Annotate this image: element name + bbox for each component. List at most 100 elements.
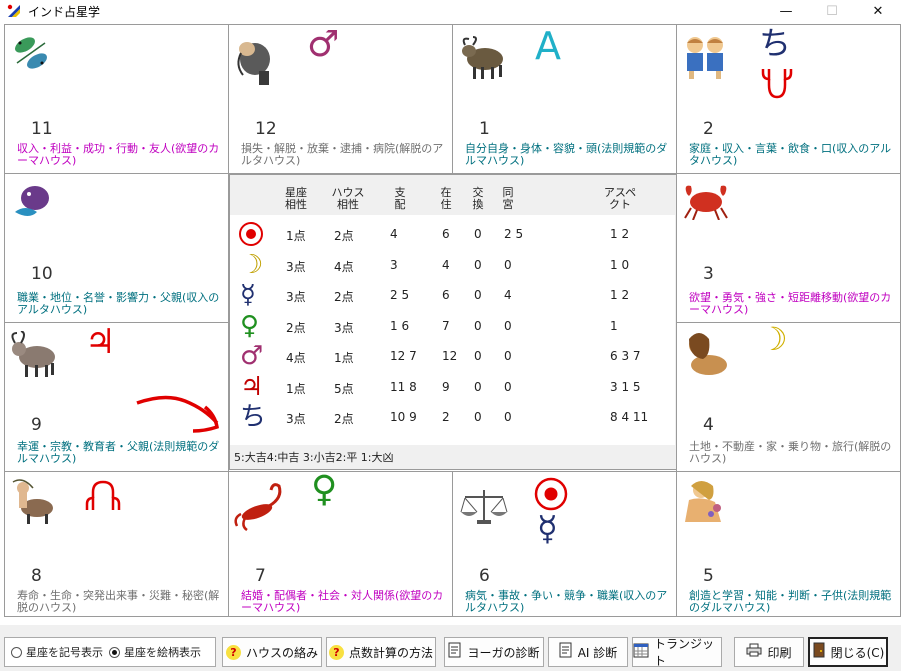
minimize-button[interactable]: — [763, 0, 809, 22]
house-cell-11[interactable]: 11 収入・利益・成功・行動・友人(欲望のカーマハウス) [4, 24, 229, 174]
planet-score-table: 星座 相性 ハウス 相性 支 配 在 住 交 換 同 宮 アスペ クト 1点 2点… [229, 174, 677, 470]
document-icon [559, 642, 573, 662]
cell-koukan: 0 [474, 288, 482, 302]
cell-doukyu: 0 [504, 349, 512, 363]
question-icon: ? [225, 644, 241, 660]
house-description: 自分自身・身体・容貌・頭(法則規範のダルマハウス) [465, 142, 668, 167]
house-cell-12[interactable]: ♂ 12 損失・解脱・放棄・逮捕・病院(解脱のアルタハウス) [228, 24, 453, 174]
house-cell-4[interactable]: ☽ 4 土地・不動産・家・乗り物・旅行(解脱のハウス) [676, 322, 901, 472]
cell-zaijuu: 12 [442, 349, 458, 363]
scorpio-icon [231, 478, 285, 535]
pisces-icon [11, 33, 51, 76]
house-board: 11 収入・利益・成功・行動・友人(欲望のカーマハウス) ♂ 12 損失・解脱・… [4, 24, 901, 617]
leo-icon [681, 329, 731, 382]
question-icon: ? [328, 644, 344, 660]
close-window-button[interactable]: ✕ [855, 0, 901, 22]
planet-glyph: ☽ [240, 249, 264, 280]
table-row: ♂ 4点 1点 12 7 12 0 0 6 3 7 [230, 341, 678, 371]
house-description: 職業・地位・名誉・影響力・父親(収入のアルタハウス) [17, 291, 220, 316]
radio-symbol-label[interactable]: 星座を記号表示 [26, 644, 103, 660]
cell-doukyu: 0 [504, 379, 512, 394]
cell-seiza: 2点 [286, 320, 306, 335]
venus-icon: ♀ [311, 471, 338, 510]
ascendant-icon: A [535, 24, 561, 68]
cell-seiza: 3点 [286, 290, 306, 304]
cell-seiza: 4点 [286, 351, 306, 365]
house-cell-10[interactable]: 10 職業・地位・名誉・影響力・父親(収入のアルタハウス) [4, 173, 229, 323]
house-number: 3 [703, 264, 714, 284]
saturn-icon: ち [238, 404, 266, 430]
sun-icon [238, 221, 264, 247]
moon-icon: ☽ [238, 252, 264, 278]
house-cell-7[interactable]: ♀ 7 結婚・配偶者・社会・対人関係(欲望のカーマハウス) [228, 471, 453, 617]
cell-house: 4点 [334, 259, 354, 274]
radio-picture[interactable] [109, 646, 120, 658]
print-button[interactable]: 印刷 [734, 637, 804, 667]
house-cell-9[interactable]: ♃ 9 幸運・宗教・教育者・父親(法則規範のダルマハウス) [4, 322, 229, 472]
maximize-button[interactable]: ☐ [809, 0, 855, 22]
cell-aspect: 6 3 7 [610, 349, 641, 363]
ketu-icon [83, 478, 123, 517]
aries-icon [459, 33, 509, 86]
annotation-arrow [135, 393, 225, 441]
close-button[interactable]: 閉じる(C) [808, 637, 888, 667]
house-cell-3[interactable]: 3 欲望・勇気・強さ・短距離移動(欲望のカーマハウス) [676, 173, 901, 323]
points-method-button[interactable]: ? 点数計算の方法 [326, 637, 436, 667]
cell-zaijuu: 9 [442, 379, 450, 394]
printer-icon [746, 643, 762, 661]
document-icon [448, 642, 462, 662]
header-doukyu: 同 宮 [502, 186, 514, 211]
planet-glyph: ♃ [240, 371, 264, 402]
house-number: 4 [703, 415, 714, 435]
house-description: 土地・不動産・家・乗り物・旅行(解脱のハウス) [689, 440, 892, 465]
cell-koukan: 0 [474, 379, 482, 394]
house-cell-6[interactable]: ☿ 6 病気・事故・争い・競争・職業(収入のアルタハウス) [452, 471, 677, 617]
header-koukan: 交 換 [472, 186, 484, 211]
header-house: ハウス 相性 [331, 186, 365, 211]
house-number: 6 [479, 566, 490, 586]
house-description: 結婚・配偶者・社会・対人関係(欲望のカーマハウス) [241, 589, 444, 614]
venus-icon: ♀ [238, 313, 264, 339]
cell-aspect: 3 1 5 [610, 379, 641, 394]
cell-aspect: 1 [610, 318, 618, 333]
window-title: インド占星学 [28, 4, 101, 19]
house-cell-1[interactable]: A 1 自分自身・身体・容貌・頭(法則規範のダルマハウス) [452, 24, 677, 174]
cell-seiza: 1点 [286, 381, 306, 396]
radio-picture-label[interactable]: 星座を絵柄表示 [124, 644, 201, 660]
transit-button[interactable]: トランジット [632, 637, 722, 668]
radio-symbol[interactable] [11, 646, 22, 658]
cell-aspect: 8 4 11 [610, 410, 649, 424]
header-shihai: 支 配 [394, 186, 406, 211]
cell-aspect: 1 0 [610, 257, 630, 272]
yoga-diagnosis-button[interactable]: ヨーガの診断 [444, 637, 544, 667]
cell-shihai: 3 [390, 257, 398, 272]
house-cell-8[interactable]: 8 寿命・生命・突発出来事・災難・秘密(解脱のハウス) [4, 471, 229, 617]
cell-seiza: 1点 [286, 229, 306, 243]
cell-zaijuu: 6 [442, 288, 450, 302]
house-number: 1 [479, 119, 490, 139]
house-cell-2[interactable]: ち 2 家庭・収入・言葉・飲食・口(収入のアルタハウス) [676, 24, 901, 174]
cell-shihai: 4 [390, 227, 398, 241]
points-method-label: 点数計算の方法 [348, 645, 433, 660]
house-cell-5[interactable]: 5 創造と学習・知能・判断・子供(法則規範のダルマハウス) [676, 471, 901, 617]
close-label: 閉じる(C) [830, 645, 885, 660]
cell-doukyu: 2 5 [504, 227, 524, 241]
table-row: ♀ 2点 3点 1 6 7 0 0 1 [230, 311, 678, 341]
score-legend: 5:大吉4:中吉 3:小吉2:平 1:大凶 [234, 451, 394, 464]
cell-house: 2点 [334, 290, 354, 304]
header-zaijuu: 在 住 [440, 186, 452, 211]
saturn-icon: ち [759, 24, 792, 62]
jupiter-icon: ♃ [238, 374, 264, 400]
house-number: 7 [255, 566, 266, 586]
ai-diagnosis-button[interactable]: AI 診断 [548, 637, 628, 667]
cell-koukan: 0 [474, 257, 482, 272]
app-icon [6, 3, 22, 19]
table-row: ☽ 3点 4点 3 4 0 0 1 0 [230, 250, 678, 280]
cell-aspect: 1 2 [610, 288, 630, 302]
house-description: 家庭・収入・言葉・飲食・口(収入のアルタハウス) [689, 142, 892, 167]
print-label: 印刷 [767, 645, 792, 660]
mercury-icon: ☿ [238, 282, 264, 308]
house-relation-button[interactable]: ? ハウスの絡み [222, 637, 322, 667]
cell-shihai: 10 9 [390, 410, 417, 424]
cell-seiza: 3点 [286, 259, 306, 274]
